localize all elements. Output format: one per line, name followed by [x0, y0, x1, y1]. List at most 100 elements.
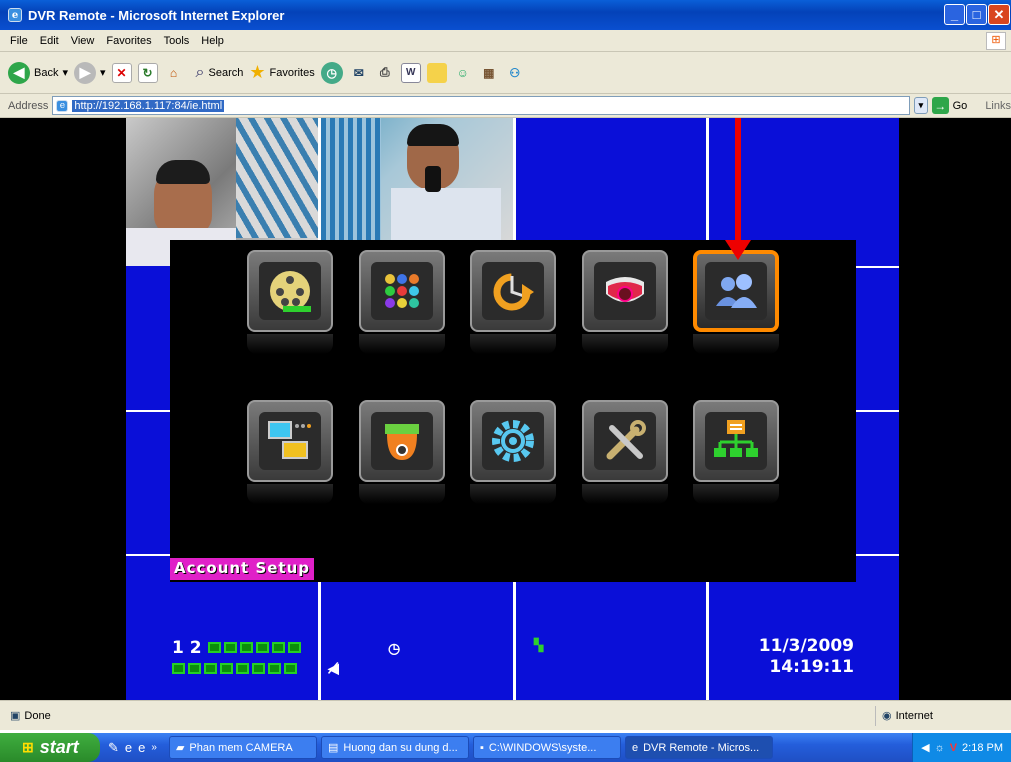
print-icon[interactable]: ⎙ — [375, 63, 395, 83]
person-hair-graphic — [407, 124, 459, 146]
favorites-button[interactable]: ★ Favorites — [249, 62, 314, 83]
toolbar: ◀ Back ▾ ▶ ▾ ✕ ↻ ⌂ ⌕ Search ★ Favorites ◷ … — [0, 52, 1011, 94]
history-icon[interactable]: ◷ — [320, 61, 343, 84]
address-dropdown-icon[interactable]: ▾ — [914, 97, 928, 114]
tray-clock[interactable]: 2:18 PM — [962, 742, 1003, 754]
tray-network-icon[interactable]: ◀ — [921, 741, 929, 754]
grid-divider — [513, 582, 516, 700]
mute-speaker-icon: ◀̸ — [328, 660, 339, 676]
status-text: Done — [24, 709, 51, 722]
motion-camera-icon — [606, 277, 644, 302]
grid-divider — [856, 554, 899, 556]
page-content: 1 2 ◀̸ ◷ ▚ 11/3/2009 14:19:11 Account Se… — [0, 118, 1011, 700]
quick-launch-app-icon[interactable]: ✎ — [108, 740, 119, 756]
home-icon[interactable]: ⌂ — [164, 63, 184, 83]
window-blinds-graphic — [321, 118, 381, 240]
grid-divider — [126, 554, 170, 556]
close-button[interactable]: ✕ — [988, 4, 1010, 25]
datetime-display: 11/3/2009 14:19:11 — [726, 636, 854, 678]
task-huong-dan[interactable]: ▤ Huong dan su dung d... — [320, 736, 469, 759]
camera-feed-2 — [321, 118, 513, 240]
address-url: http://192.168.1.117:84/ie.html — [72, 99, 225, 112]
messenger-icon[interactable]: ☺ — [453, 63, 473, 83]
status-bar: ▣ Done ◉ Internet — [0, 700, 1011, 730]
chevron-right-icon[interactable]: » — [151, 742, 157, 753]
refresh-icon[interactable]: ↻ — [137, 62, 158, 83]
search-button[interactable]: ⌕ Search — [196, 64, 244, 82]
backup-icon — [493, 273, 534, 311]
task-phan-mem-camera[interactable]: ▰ Phan mem CAMERA — [168, 736, 317, 759]
ie-window-icon: e — [631, 741, 639, 754]
address-bar: Address e http://192.168.1.117:84/ie.htm… — [0, 94, 1011, 118]
menu-edit[interactable]: Edit — [40, 35, 59, 47]
tools-icon — [606, 420, 646, 460]
research-icon[interactable]: ▦ — [479, 63, 499, 83]
users-icon[interactable]: ⚇ — [505, 63, 525, 83]
taskbar: ⊞ start ✎ e e » ▰ Phan mem CAMERA ▤ Huong … — [0, 733, 1011, 762]
grid-divider — [856, 266, 899, 268]
dvr-date: 11/3/2009 — [758, 636, 854, 656]
grid-divider — [706, 582, 709, 700]
title-bar: e DVR Remote - Microsoft Internet Explor… — [0, 0, 1011, 30]
task-cmd[interactable]: ▪ C:\WINDOWS\syste... — [472, 736, 621, 759]
dropdown-icon: ▾ — [100, 67, 106, 79]
forward-button[interactable]: ▶ ▾ — [74, 61, 106, 84]
page-icon: e — [56, 99, 69, 112]
motion-detection-button[interactable] — [582, 250, 668, 332]
menu-file[interactable]: File — [10, 35, 28, 47]
security-zone: ◉ Internet — [876, 709, 1011, 723]
back-label: Back — [34, 66, 59, 79]
tray-app-icon[interactable]: ☼ — [935, 742, 945, 754]
settings-gear-icon — [492, 420, 534, 462]
ptz-button[interactable] — [359, 400, 445, 482]
menu-favorites[interactable]: Favorites — [106, 35, 151, 47]
system-tree-icon — [714, 420, 758, 457]
menu-tools[interactable]: Tools — [164, 35, 190, 47]
channel-numbers: 1 2 — [172, 638, 202, 658]
menu-view[interactable]: View — [71, 35, 95, 47]
forward-arrow-icon: ▶ — [74, 61, 96, 84]
system-tray: ◀ ☼ V 2:18 PM — [912, 733, 1011, 762]
quick-launch-ie-icon[interactable]: e — [125, 740, 132, 755]
account-setup-button[interactable] — [693, 250, 779, 332]
network-monitor-icon — [268, 421, 311, 459]
annotation-arrow-head — [725, 240, 751, 260]
go-arrow-icon[interactable]: → — [931, 97, 949, 114]
windows-flag-icon: ⊞ — [22, 739, 34, 755]
advanced-settings-button[interactable] — [470, 400, 556, 482]
tools-button[interactable] — [582, 400, 668, 482]
menu-bar: File Edit View Favorites Tools Help — [0, 30, 1011, 52]
address-label: Address — [8, 99, 49, 112]
minimize-button[interactable]: _ — [944, 4, 965, 25]
tray-antivirus-icon[interactable]: V — [950, 742, 957, 754]
dvr-time: 14:19:11 — [769, 657, 854, 677]
task-dvr-remote[interactable]: e DVR Remote - Micros... — [624, 736, 773, 759]
edit-word-icon[interactable]: W — [400, 62, 421, 83]
favorites-label: Favorites — [269, 66, 315, 79]
discuss-icon[interactable] — [426, 62, 447, 83]
go-button[interactable]: Go — [953, 100, 968, 112]
address-input[interactable]: e http://192.168.1.117:84/ie.html — [52, 96, 911, 115]
account-users-icon — [716, 274, 757, 308]
dropdown-icon: ▾ — [62, 67, 68, 79]
display-grid-icon — [385, 274, 419, 308]
page-done-icon: ▣ — [10, 710, 21, 722]
quick-launch-ie2-icon[interactable]: e — [138, 740, 145, 755]
links-label[interactable]: Links — [985, 100, 1011, 112]
start-button[interactable]: ⊞ start — [0, 733, 100, 762]
network-button[interactable] — [247, 400, 333, 482]
backup-button[interactable] — [470, 250, 556, 332]
channel-status: 1 2 — [172, 638, 304, 680]
system-info-button[interactable] — [693, 400, 779, 482]
ie-logo-icon: e — [8, 8, 22, 22]
windows-logo-icon: ⊞ — [986, 32, 1006, 50]
search-label: Search — [208, 66, 244, 79]
mail-icon[interactable]: ✉ — [349, 63, 369, 83]
playback-button[interactable] — [247, 250, 333, 332]
stop-icon[interactable]: ✕ — [111, 62, 132, 83]
back-button[interactable]: ◀ Back ▾ — [8, 61, 68, 84]
document-icon: ▤ — [327, 742, 339, 754]
display-button[interactable] — [359, 250, 445, 332]
menu-help[interactable]: Help — [201, 35, 224, 47]
maximize-button[interactable]: □ — [966, 4, 987, 25]
